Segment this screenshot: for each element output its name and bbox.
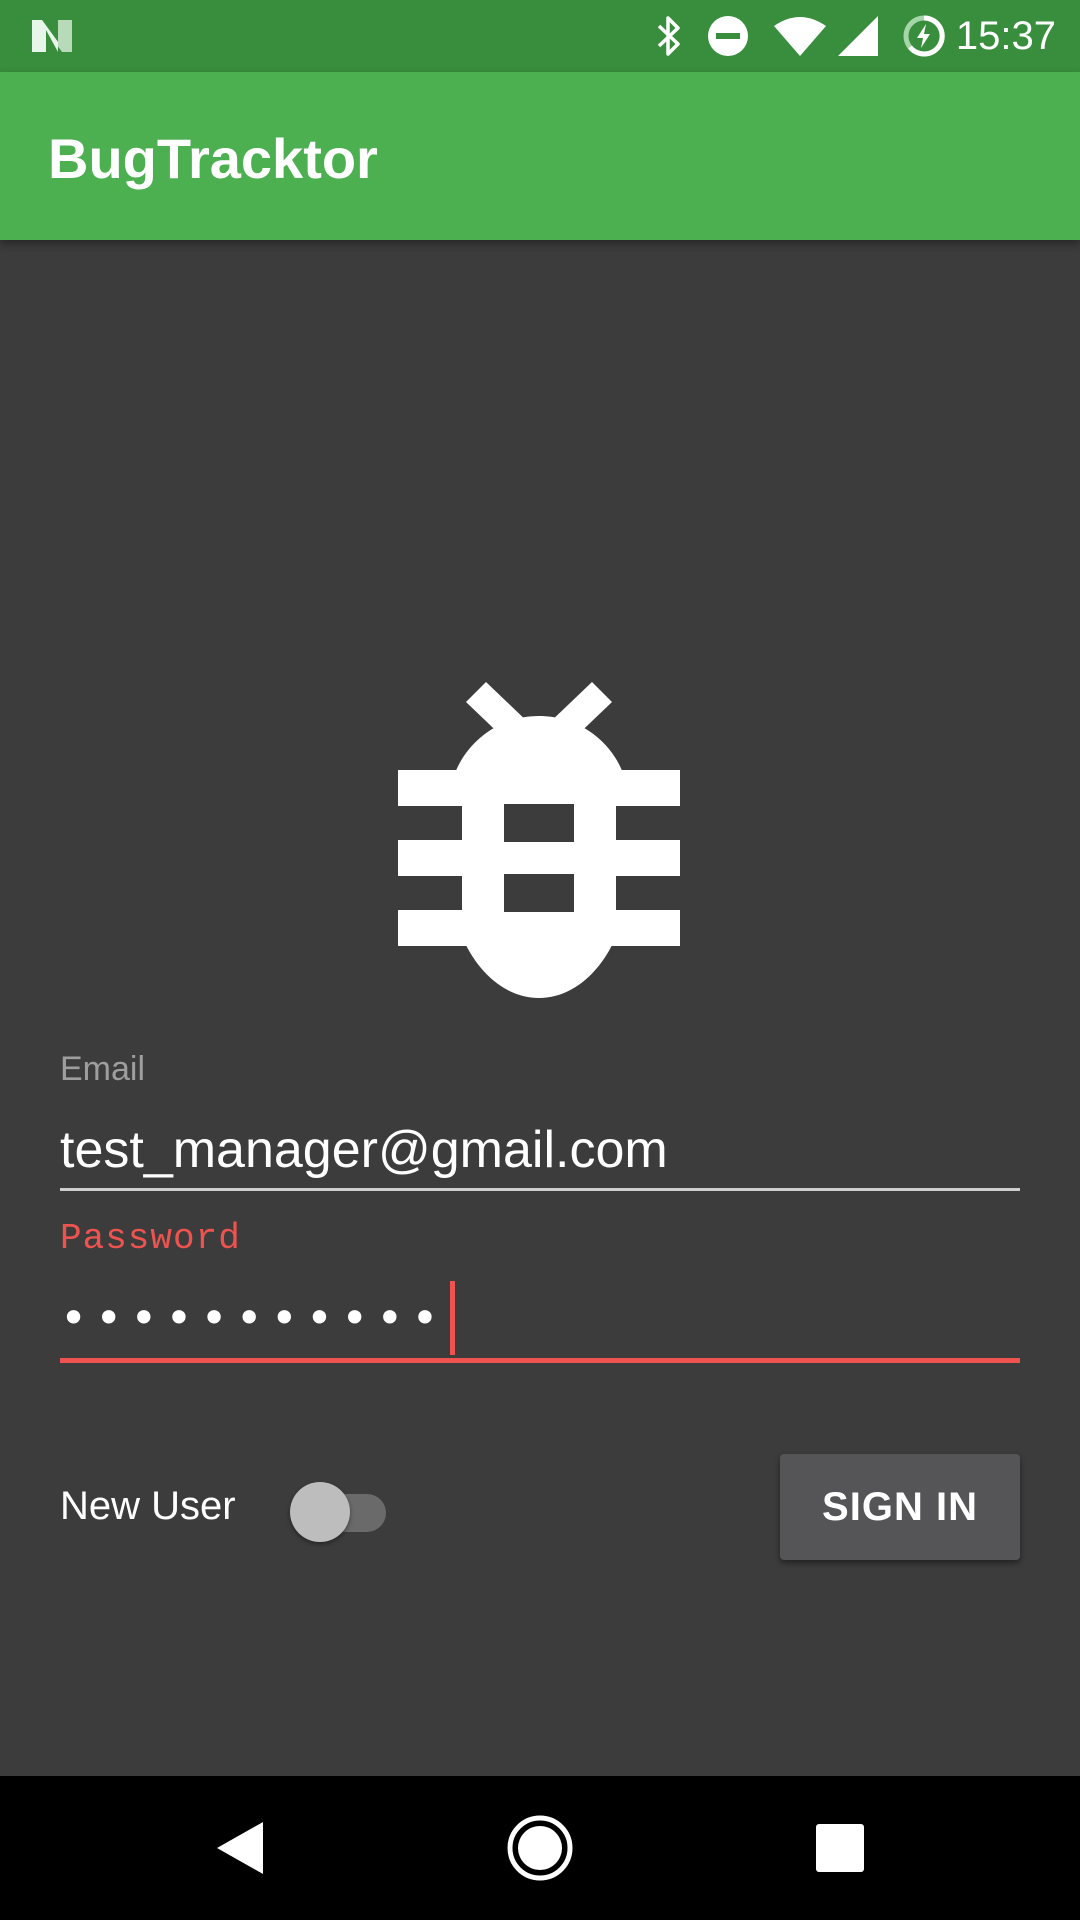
bluetooth-icon xyxy=(654,14,684,58)
password-masked-value: ••••••••••• xyxy=(60,1291,447,1345)
battery-charging-icon xyxy=(902,14,946,58)
email-label: Email xyxy=(60,1050,146,1088)
status-time: 15:37 xyxy=(955,13,1056,58)
recents-icon[interactable] xyxy=(770,1776,910,1920)
status-bar: 15:37 xyxy=(0,0,1080,72)
status-icons: 15:37 xyxy=(632,0,1056,72)
new-user-label: New User xyxy=(60,1484,236,1528)
app-title: BugTracktor xyxy=(48,127,378,190)
email-input[interactable]: test_manager@gmail.com xyxy=(60,1120,668,1180)
back-icon[interactable] xyxy=(170,1776,310,1920)
password-label: Password xyxy=(60,1218,241,1259)
login-screen: 15:37 BugTracktor Email test_manager@gma… xyxy=(0,0,1080,1920)
app-bar: BugTracktor xyxy=(0,72,1080,240)
home-icon[interactable] xyxy=(470,1776,610,1920)
cellular-signal-icon xyxy=(836,14,880,58)
password-underline xyxy=(60,1358,1020,1363)
new-user-toggle[interactable] xyxy=(290,1478,386,1542)
wifi-icon xyxy=(772,14,828,58)
text-cursor xyxy=(450,1281,456,1355)
toggle-thumb xyxy=(290,1482,350,1542)
email-underline xyxy=(60,1188,1020,1191)
do-not-disturb-icon xyxy=(706,14,750,58)
sign-in-button[interactable]: SIGN IN xyxy=(780,1454,1020,1560)
bug-icon xyxy=(398,682,680,998)
password-input[interactable]: ••••••••••• xyxy=(60,1278,456,1358)
navigation-bar xyxy=(0,1776,1080,1920)
n-logo-icon xyxy=(32,20,72,52)
